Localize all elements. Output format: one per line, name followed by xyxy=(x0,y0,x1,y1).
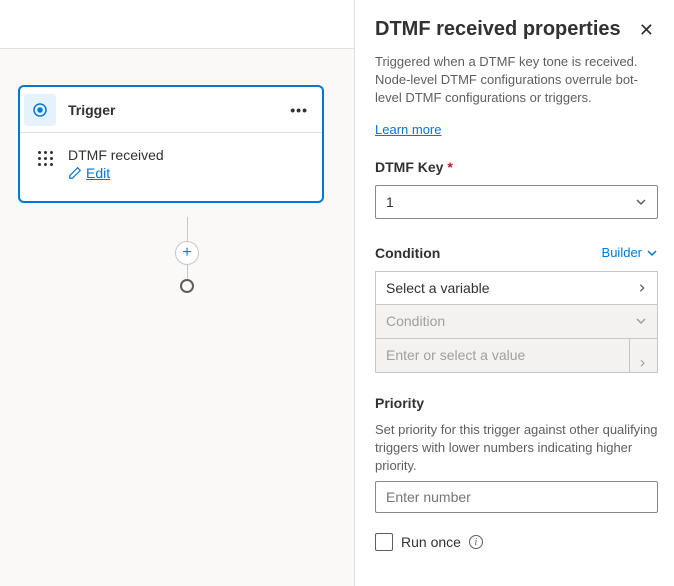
trigger-event-name: DTMF received xyxy=(68,147,164,163)
run-once-label: Run once xyxy=(401,534,461,550)
end-circle-icon xyxy=(180,279,194,293)
trigger-icon xyxy=(24,94,56,126)
learn-more-link[interactable]: Learn more xyxy=(375,122,441,137)
priority-label: Priority xyxy=(375,395,658,411)
edit-label: Edit xyxy=(86,165,110,181)
dtmf-key-select[interactable]: 1 xyxy=(375,185,658,219)
condition-variable-select[interactable]: Select a variable xyxy=(375,271,658,305)
dtmf-key-label: DTMF Key * xyxy=(375,159,658,175)
panel-title: DTMF received properties xyxy=(375,18,621,41)
chevron-down-icon xyxy=(635,315,647,327)
trigger-header: Trigger ••• xyxy=(20,87,322,133)
builder-toggle[interactable]: Builder xyxy=(602,245,658,260)
chevron-right-icon xyxy=(629,338,647,372)
chevron-down-icon xyxy=(635,196,647,208)
condition-operator-select[interactable]: Condition xyxy=(375,305,658,339)
priority-input[interactable] xyxy=(375,481,658,513)
pencil-icon xyxy=(68,166,82,180)
dtmf-key-value: 1 xyxy=(386,194,394,210)
condition-label: Condition xyxy=(375,245,440,261)
canvas: Trigger ••• DTMF received Edit + xyxy=(0,48,354,586)
priority-help: Set priority for this trigger against ot… xyxy=(375,421,658,476)
add-node-button[interactable]: + xyxy=(175,241,199,265)
condition-value-input[interactable]: Enter or select a value xyxy=(375,339,658,373)
chevron-down-icon xyxy=(646,247,658,259)
connector: + xyxy=(175,217,199,293)
chevron-right-icon xyxy=(637,283,647,293)
condition-builder: Select a variable Condition Enter or sel… xyxy=(375,271,658,373)
dtmf-numpad-icon xyxy=(38,151,56,183)
trigger-title: Trigger xyxy=(68,102,290,118)
close-icon[interactable]: ✕ xyxy=(635,18,658,43)
panel-description: Triggered when a DTMF key tone is receiv… xyxy=(375,53,658,108)
run-once-checkbox[interactable] xyxy=(375,533,393,551)
properties-panel: DTMF received properties ✕ Triggered whe… xyxy=(354,0,674,586)
edit-link[interactable]: Edit xyxy=(68,165,110,181)
trigger-body: DTMF received Edit xyxy=(20,133,322,201)
more-icon[interactable]: ••• xyxy=(290,102,308,118)
trigger-node[interactable]: Trigger ••• DTMF received Edit xyxy=(18,85,324,203)
info-icon[interactable]: i xyxy=(469,535,483,549)
